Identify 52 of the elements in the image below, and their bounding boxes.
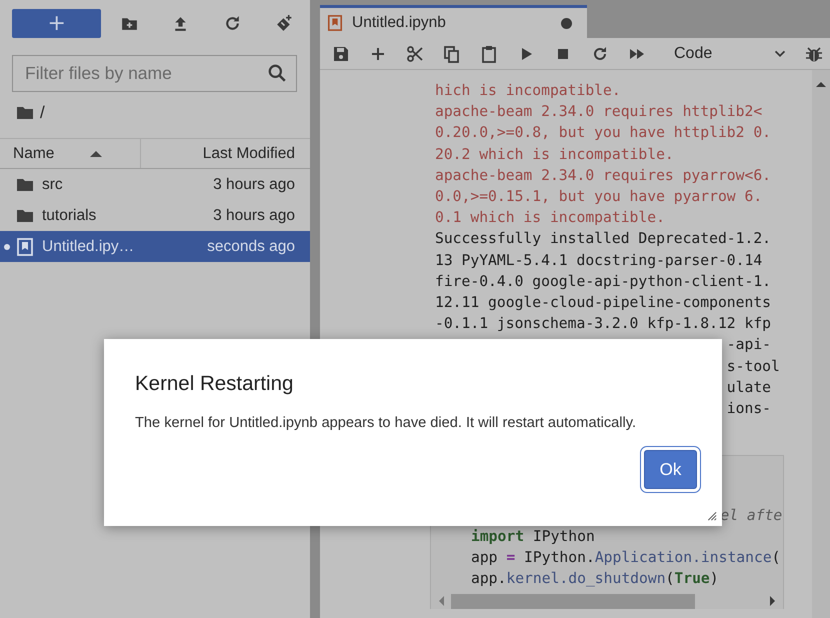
output-line: Successfully installed Deprecated-1.2. (435, 229, 772, 250)
notebook-tab[interactable]: Untitled.ipynb (320, 5, 587, 38)
scissors-icon[interactable] (406, 44, 424, 62)
code-line: app.kernel.do_shutdown(True) (471, 569, 720, 590)
file-row[interactable]: src 3 hours ago (0, 169, 310, 200)
output-line: -0.1.1 jsonschema-3.2.0 kfp-1.8.12 kfp (435, 314, 772, 334)
filter-field[interactable]: Filter files by name (12, 55, 297, 92)
dialog-message: The kernel for Untitled.ipynb appears to have died. It will restart automatically. (135, 415, 638, 431)
scroll-thumb[interactable] (451, 594, 695, 609)
copy-icon[interactable] (442, 44, 460, 62)
notebook-icon (327, 15, 343, 31)
output-line: 0.1 which is incompatible. (435, 208, 666, 228)
output-line: 13 PyYAML-5.4.1 docstring-parser-0.14 (435, 250, 764, 271)
output-line: apache-beam 2.34.0 requires httplib2< (435, 102, 764, 122)
code-line: import IPython (471, 527, 596, 548)
scroll-up-icon[interactable] (816, 82, 826, 87)
file-row[interactable]: Untitled.ipy… seconds ago (0, 231, 310, 262)
notebook-icon (16, 238, 34, 256)
vertical-scrollbar[interactable] (812, 70, 830, 618)
output-line: fire-0.4.0 google-api-python-client-1. (435, 272, 772, 292)
output-line: s-tool (726, 356, 781, 377)
output-line: ulate (726, 378, 772, 398)
breadcrumb-link[interactable]: / (40, 103, 45, 123)
cell-type-dropdown[interactable]: Code (662, 44, 798, 62)
output-line: -api- (726, 335, 772, 356)
modified-time: 3 hours ago (213, 206, 296, 224)
column-header[interactable]: Name (13, 144, 54, 162)
folder-icon[interactable] (16, 104, 34, 122)
new-launcher-button[interactable]: + (12, 9, 102, 38)
scroll-right-icon[interactable] (770, 596, 775, 606)
bug-icon[interactable] (805, 44, 823, 62)
file-name: Untitled.ipy… (42, 238, 136, 256)
output-line: 20.2 which is incompatible. (435, 144, 675, 165)
save-icon[interactable] (332, 44, 350, 62)
code-line: app = IPython.Application.instance( (471, 548, 782, 568)
file-name: tutorials (42, 206, 98, 224)
column-header[interactable]: Last Modified (202, 144, 295, 162)
search-icon[interactable] (267, 63, 287, 83)
modified-time: seconds ago (207, 238, 296, 256)
output-line: hich is incompatible. (435, 81, 622, 101)
clipboard-icon[interactable] (480, 44, 498, 62)
output-line: apache-beam 2.34.0 requires pyarrow<6. (435, 166, 772, 186)
output-line: ions- (726, 399, 772, 420)
sort-caret-icon[interactable] (90, 150, 102, 156)
modified-time: 3 hours ago (213, 176, 296, 194)
output-line: 0.0,>=0.15.1, but you have pyarrow 6. (435, 187, 764, 208)
file-row[interactable]: tutorials 3 hours ago (0, 200, 310, 231)
output-line: 0.20.0,>=0.8, but you have httplib2 0. (435, 123, 772, 144)
unsaved-dot-icon[interactable] (561, 18, 572, 28)
file-name: src (42, 176, 64, 194)
output-line: 12.11 google-cloud-pipeline-components (435, 293, 772, 314)
dialog-title: Kernel Restarting (135, 372, 294, 396)
